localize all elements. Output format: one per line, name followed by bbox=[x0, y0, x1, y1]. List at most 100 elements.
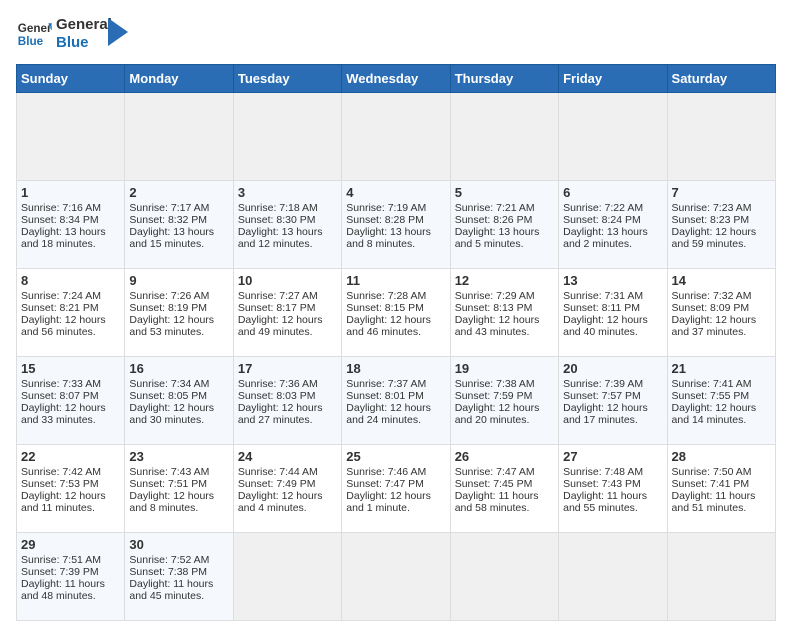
daylight-text: Daylight: 12 hours and 8 minutes. bbox=[129, 490, 228, 514]
day-cell: 18Sunrise: 7:37 AMSunset: 8:01 PMDayligh… bbox=[342, 357, 450, 445]
day-cell bbox=[125, 93, 233, 181]
sunset-text: Sunset: 7:47 PM bbox=[346, 478, 445, 490]
daylight-text: Daylight: 12 hours and 59 minutes. bbox=[672, 226, 771, 250]
sunrise-text: Sunrise: 7:24 AM bbox=[21, 290, 120, 302]
daylight-text: Daylight: 12 hours and 14 minutes. bbox=[672, 402, 771, 426]
sunset-text: Sunset: 7:41 PM bbox=[672, 478, 771, 490]
day-cell: 1Sunrise: 7:16 AMSunset: 8:34 PMDaylight… bbox=[17, 181, 125, 269]
sunset-text: Sunset: 8:28 PM bbox=[346, 214, 445, 226]
daylight-text: Daylight: 13 hours and 2 minutes. bbox=[563, 226, 662, 250]
sunrise-text: Sunrise: 7:16 AM bbox=[21, 202, 120, 214]
sunset-text: Sunset: 7:55 PM bbox=[672, 390, 771, 402]
svg-text:Blue: Blue bbox=[18, 35, 44, 48]
day-number: 21 bbox=[672, 361, 771, 376]
day-cell: 2Sunrise: 7:17 AMSunset: 8:32 PMDaylight… bbox=[125, 181, 233, 269]
sunrise-text: Sunrise: 7:31 AM bbox=[563, 290, 662, 302]
logo: General Blue General Blue bbox=[16, 16, 128, 52]
day-cell: 24Sunrise: 7:44 AMSunset: 7:49 PMDayligh… bbox=[233, 445, 341, 533]
day-number: 18 bbox=[346, 361, 445, 376]
day-cell: 16Sunrise: 7:34 AMSunset: 8:05 PMDayligh… bbox=[125, 357, 233, 445]
sunrise-text: Sunrise: 7:18 AM bbox=[238, 202, 337, 214]
week-row-2: 8Sunrise: 7:24 AMSunset: 8:21 PMDaylight… bbox=[17, 269, 776, 357]
daylight-text: Daylight: 12 hours and 43 minutes. bbox=[455, 314, 554, 338]
day-number: 2 bbox=[129, 185, 228, 200]
day-cell: 19Sunrise: 7:38 AMSunset: 7:59 PMDayligh… bbox=[450, 357, 558, 445]
day-cell: 25Sunrise: 7:46 AMSunset: 7:47 PMDayligh… bbox=[342, 445, 450, 533]
day-cell: 6Sunrise: 7:22 AMSunset: 8:24 PMDaylight… bbox=[559, 181, 667, 269]
day-cell bbox=[559, 533, 667, 621]
daylight-text: Daylight: 12 hours and 46 minutes. bbox=[346, 314, 445, 338]
logo-arrow-icon bbox=[108, 18, 128, 46]
header: General Blue General Blue bbox=[16, 16, 776, 52]
sunrise-text: Sunrise: 7:21 AM bbox=[455, 202, 554, 214]
day-number: 30 bbox=[129, 537, 228, 552]
sunrise-text: Sunrise: 7:36 AM bbox=[238, 378, 337, 390]
day-number: 28 bbox=[672, 449, 771, 464]
week-row-5: 29Sunrise: 7:51 AMSunset: 7:39 PMDayligh… bbox=[17, 533, 776, 621]
sunset-text: Sunset: 8:11 PM bbox=[563, 302, 662, 314]
day-cell bbox=[667, 533, 775, 621]
sunset-text: Sunset: 7:59 PM bbox=[455, 390, 554, 402]
col-header-sunday: Sunday bbox=[17, 65, 125, 93]
sunset-text: Sunset: 7:57 PM bbox=[563, 390, 662, 402]
day-number: 19 bbox=[455, 361, 554, 376]
day-cell: 5Sunrise: 7:21 AMSunset: 8:26 PMDaylight… bbox=[450, 181, 558, 269]
day-cell bbox=[342, 533, 450, 621]
sunrise-text: Sunrise: 7:41 AM bbox=[672, 378, 771, 390]
day-cell: 28Sunrise: 7:50 AMSunset: 7:41 PMDayligh… bbox=[667, 445, 775, 533]
sunset-text: Sunset: 8:23 PM bbox=[672, 214, 771, 226]
daylight-text: Daylight: 13 hours and 18 minutes. bbox=[21, 226, 120, 250]
sunset-text: Sunset: 8:15 PM bbox=[346, 302, 445, 314]
day-number: 6 bbox=[563, 185, 662, 200]
day-number: 11 bbox=[346, 273, 445, 288]
sunset-text: Sunset: 8:30 PM bbox=[238, 214, 337, 226]
day-number: 15 bbox=[21, 361, 120, 376]
day-number: 4 bbox=[346, 185, 445, 200]
day-number: 17 bbox=[238, 361, 337, 376]
sunset-text: Sunset: 8:09 PM bbox=[672, 302, 771, 314]
day-number: 7 bbox=[672, 185, 771, 200]
day-number: 12 bbox=[455, 273, 554, 288]
daylight-text: Daylight: 12 hours and 49 minutes. bbox=[238, 314, 337, 338]
sunset-text: Sunset: 7:43 PM bbox=[563, 478, 662, 490]
day-cell bbox=[342, 93, 450, 181]
sunset-text: Sunset: 7:49 PM bbox=[238, 478, 337, 490]
day-cell: 8Sunrise: 7:24 AMSunset: 8:21 PMDaylight… bbox=[17, 269, 125, 357]
sunset-text: Sunset: 8:01 PM bbox=[346, 390, 445, 402]
daylight-text: Daylight: 12 hours and 56 minutes. bbox=[21, 314, 120, 338]
day-number: 14 bbox=[672, 273, 771, 288]
sunrise-text: Sunrise: 7:43 AM bbox=[129, 466, 228, 478]
daylight-text: Daylight: 12 hours and 37 minutes. bbox=[672, 314, 771, 338]
sunset-text: Sunset: 8:05 PM bbox=[129, 390, 228, 402]
day-number: 10 bbox=[238, 273, 337, 288]
col-header-saturday: Saturday bbox=[667, 65, 775, 93]
day-number: 1 bbox=[21, 185, 120, 200]
sunrise-text: Sunrise: 7:46 AM bbox=[346, 466, 445, 478]
daylight-text: Daylight: 12 hours and 17 minutes. bbox=[563, 402, 662, 426]
day-cell bbox=[233, 533, 341, 621]
day-cell: 14Sunrise: 7:32 AMSunset: 8:09 PMDayligh… bbox=[667, 269, 775, 357]
sunset-text: Sunset: 8:21 PM bbox=[21, 302, 120, 314]
day-cell: 23Sunrise: 7:43 AMSunset: 7:51 PMDayligh… bbox=[125, 445, 233, 533]
day-cell: 11Sunrise: 7:28 AMSunset: 8:15 PMDayligh… bbox=[342, 269, 450, 357]
daylight-text: Daylight: 12 hours and 24 minutes. bbox=[346, 402, 445, 426]
day-number: 3 bbox=[238, 185, 337, 200]
day-cell: 27Sunrise: 7:48 AMSunset: 7:43 PMDayligh… bbox=[559, 445, 667, 533]
day-number: 24 bbox=[238, 449, 337, 464]
col-header-monday: Monday bbox=[125, 65, 233, 93]
sunset-text: Sunset: 8:26 PM bbox=[455, 214, 554, 226]
day-number: 22 bbox=[21, 449, 120, 464]
day-cell: 22Sunrise: 7:42 AMSunset: 7:53 PMDayligh… bbox=[17, 445, 125, 533]
day-cell: 20Sunrise: 7:39 AMSunset: 7:57 PMDayligh… bbox=[559, 357, 667, 445]
daylight-text: Daylight: 12 hours and 40 minutes. bbox=[563, 314, 662, 338]
col-header-thursday: Thursday bbox=[450, 65, 558, 93]
sunset-text: Sunset: 8:19 PM bbox=[129, 302, 228, 314]
sunset-text: Sunset: 7:38 PM bbox=[129, 566, 228, 578]
daylight-text: Daylight: 12 hours and 27 minutes. bbox=[238, 402, 337, 426]
day-cell: 21 Sunrise: 7:41 AMSunset: 7:55 PMDayligh… bbox=[667, 357, 775, 445]
sunrise-text: Sunrise: 7:51 AM bbox=[21, 554, 120, 566]
daylight-text: Daylight: 13 hours and 5 minutes. bbox=[455, 226, 554, 250]
day-cell: 26Sunrise: 7:47 AMSunset: 7:45 PMDayligh… bbox=[450, 445, 558, 533]
sunrise-text: Sunrise: 7:17 AM bbox=[129, 202, 228, 214]
day-cell: 9Sunrise: 7:26 AMSunset: 8:19 PMDaylight… bbox=[125, 269, 233, 357]
